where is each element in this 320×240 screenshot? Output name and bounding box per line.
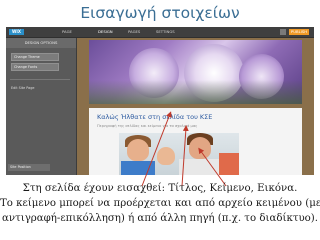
caption-line-3: αντιγραφή-επικόλληση) ή από άλλη πηγή (π… (2, 213, 318, 224)
panel-divider (10, 79, 70, 80)
slide-title: Εισαγωγή στοιχείων (80, 4, 240, 22)
child-face (189, 137, 211, 159)
page-text[interactable]: Περιγραφή της σελίδας και κείμενο για τα… (97, 124, 197, 128)
preview-icon[interactable] (280, 29, 286, 35)
caption-line-1: Στη σελίδα έχουν εισαχθεί: Τίτλος, Κείμε… (22, 183, 298, 194)
design-options-panel: DESIGN OPTIONS Change Theme Change Fonts… (6, 38, 77, 175)
change-fonts-option[interactable]: Change Fonts (11, 63, 59, 71)
nav-design[interactable]: DESIGN (98, 29, 113, 35)
shirt-shape (219, 153, 239, 175)
editor-logo[interactable]: WIX (9, 29, 24, 35)
content-card: Καλώς Ήλθατε στη σελίδα του ΚΣΕ Περιγραφ… (89, 108, 302, 175)
children-photo[interactable] (119, 133, 239, 175)
shirt-shape (121, 161, 155, 175)
header-image (89, 40, 302, 104)
publish-button[interactable]: PUBLISH (289, 29, 309, 35)
change-theme-option[interactable]: Change Theme (11, 53, 59, 61)
shirt-shape (179, 159, 219, 175)
child-face (157, 147, 175, 165)
nav-settings[interactable]: SETTINGS (156, 29, 175, 35)
editor-screenshot: WIX PAGE DESIGN PAGES SETTINGS PUBLISH D… (6, 27, 314, 175)
panel-header: DESIGN OPTIONS (6, 38, 76, 48)
nav-pages[interactable]: PAGES (128, 29, 140, 35)
child-face (127, 139, 149, 161)
editor-topbar: WIX PAGE DESIGN PAGES SETTINGS PUBLISH (6, 27, 314, 38)
nav-page[interactable]: PAGE (62, 29, 72, 35)
page-heading[interactable]: Καλώς Ήλθατε στη σελίδα του ΚΣΕ (97, 113, 212, 121)
caption-line-2: Το κείμενο μπορεί να προέρχεται και από … (0, 198, 320, 209)
site-position-control[interactable]: Site Position (8, 164, 50, 171)
site-canvas: Καλώς Ήλθατε στη σελίδα του ΚΣΕ Περιγραφ… (77, 38, 314, 175)
foliage-shape (89, 80, 302, 104)
edit-site-link[interactable]: Edit Site Page (11, 86, 34, 90)
